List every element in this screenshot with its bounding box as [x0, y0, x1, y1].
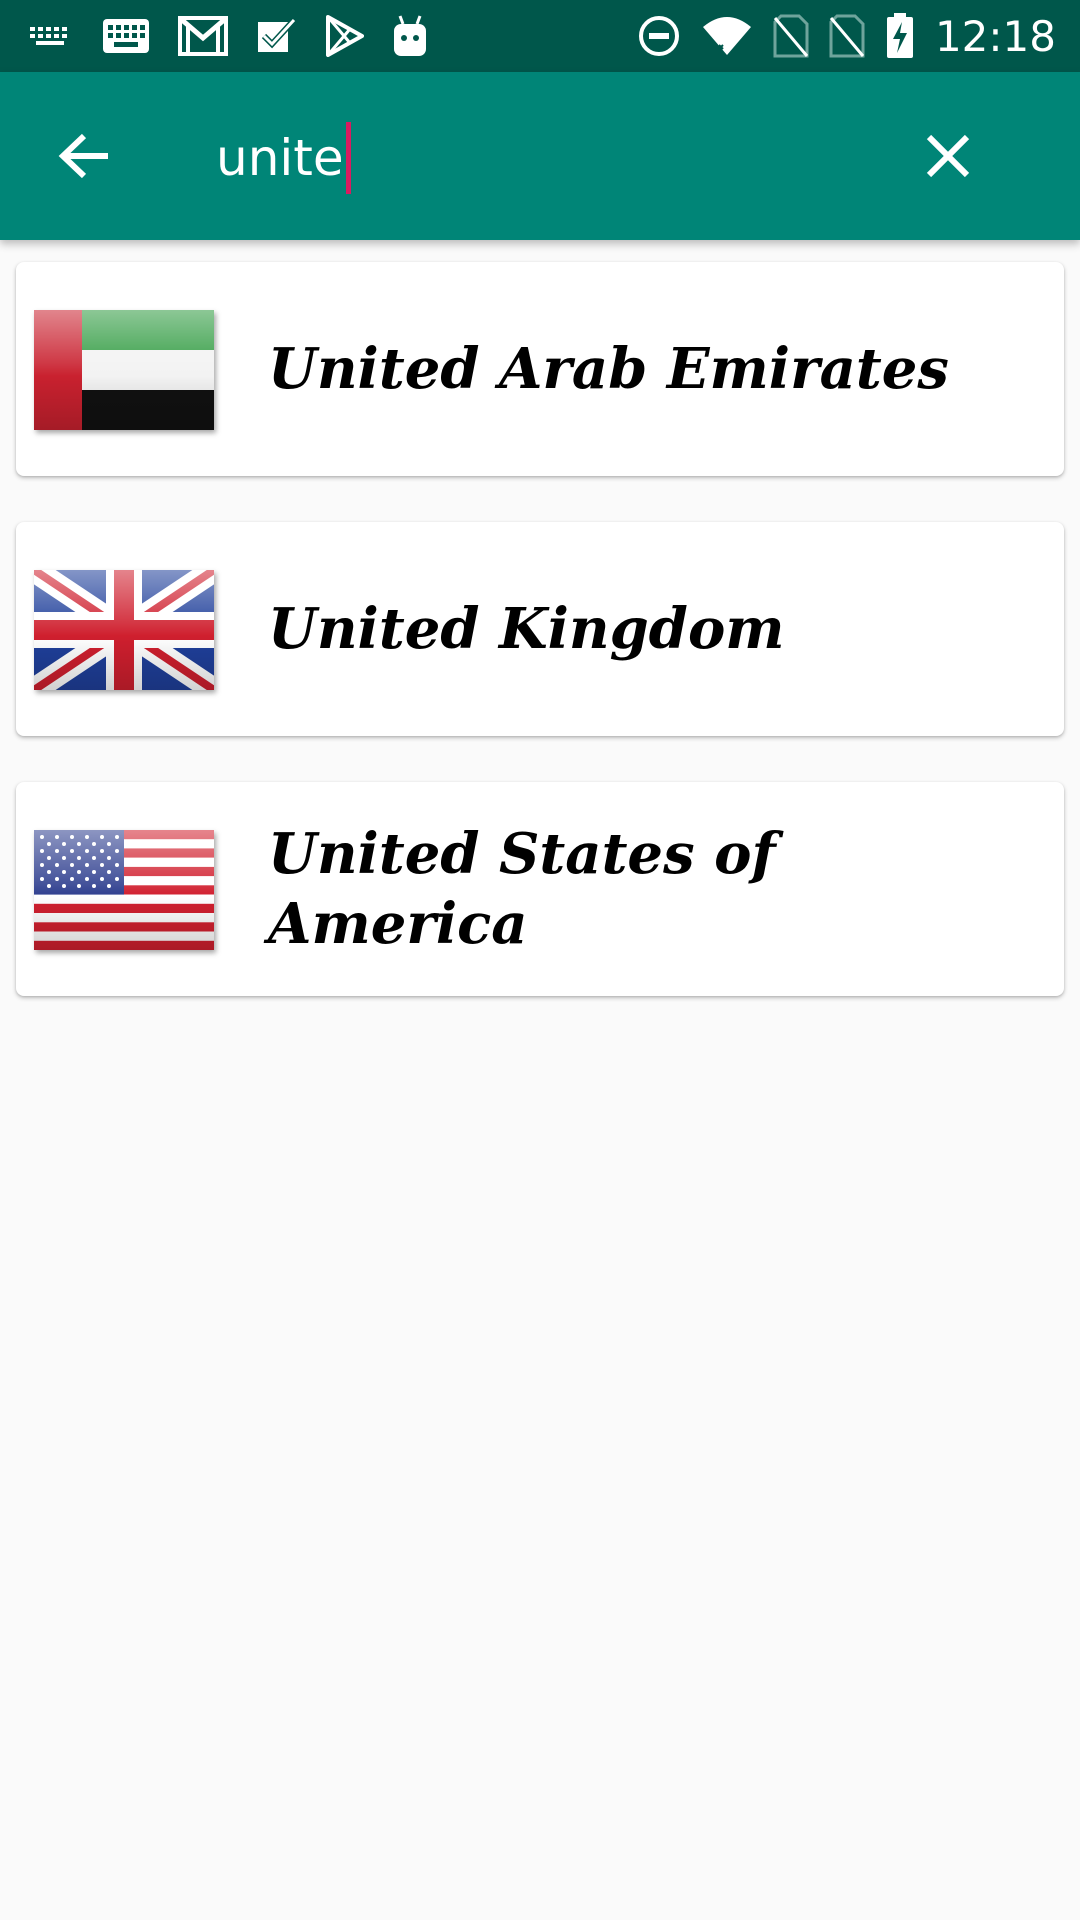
search-query: unite	[216, 129, 344, 187]
country-item-united-kingdom[interactable]: United Kingdom	[16, 522, 1064, 736]
country-item-united-arab-emirates[interactable]: United Arab Emirates	[16, 262, 1064, 476]
country-name: United States of America	[268, 821, 776, 957]
search-input[interactable]: unite	[216, 116, 351, 200]
gmail-icon	[178, 16, 228, 56]
search-toolbar: unite	[0, 72, 1080, 240]
uk-flag-icon	[34, 570, 214, 690]
usa-flag-icon	[34, 830, 214, 950]
wifi-icon	[701, 15, 753, 57]
no-sim-icon	[773, 14, 809, 58]
no-sim-icon	[829, 14, 865, 58]
keyboard-icon	[30, 21, 74, 51]
country-name: United Arab Emirates	[268, 336, 949, 402]
arrow-back-icon	[58, 133, 108, 179]
country-item-united-states-of-america[interactable]: United States of America	[16, 782, 1064, 996]
notification-icons	[30, 12, 428, 60]
back-button[interactable]	[52, 124, 116, 188]
close-icon	[926, 134, 970, 178]
text-cursor	[345, 122, 351, 194]
battery-charging-icon	[885, 13, 915, 59]
clock: 12:18	[934, 11, 1056, 61]
do-not-disturb-icon	[637, 14, 681, 58]
play-store-icon	[324, 15, 364, 57]
tasks-icon	[256, 16, 296, 56]
android-icon	[392, 14, 428, 58]
system-icons: 12:18	[637, 11, 1056, 61]
uae-flag-icon	[34, 310, 214, 430]
clear-search-button[interactable]	[916, 124, 980, 188]
keyboard-icon	[102, 17, 150, 55]
country-name: United Kingdom	[268, 596, 785, 662]
status-bar: 12:18	[0, 0, 1080, 72]
